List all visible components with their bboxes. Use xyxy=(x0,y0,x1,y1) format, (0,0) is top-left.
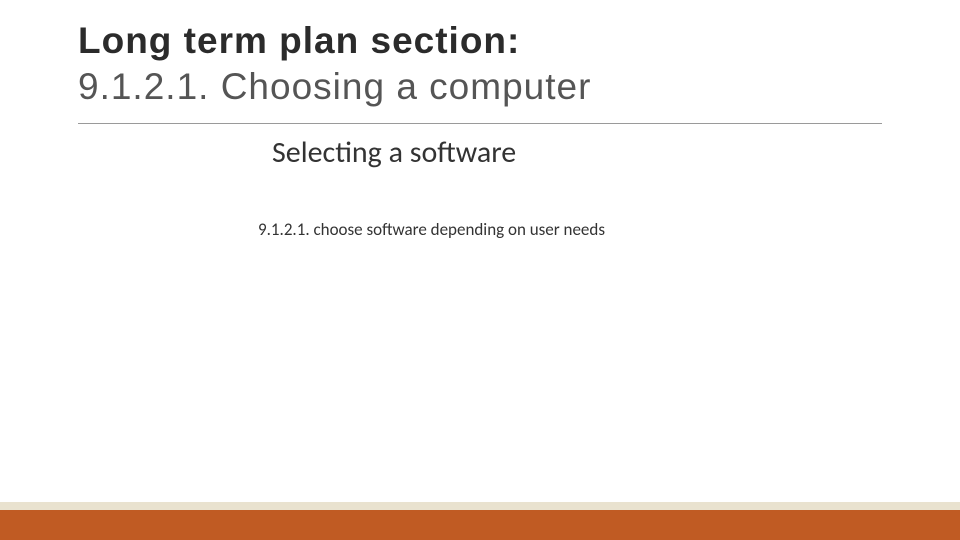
slide-title: Long term plan section: 9.1.2.1. Choosin… xyxy=(78,18,882,111)
footer-orange-strip xyxy=(0,510,960,540)
footer-beige-strip xyxy=(0,502,960,510)
title-strong: Long term plan section: xyxy=(78,20,520,61)
slide-footer-bar xyxy=(0,502,960,540)
slide-body-text: 9.1.2.1. choose software depending on us… xyxy=(0,171,960,240)
title-subheading: 9.1.2.1. Choosing a computer xyxy=(78,66,591,107)
slide-header: Long term plan section: 9.1.2.1. Choosin… xyxy=(0,0,960,119)
slide-subtitle: Selecting a software xyxy=(0,124,960,171)
